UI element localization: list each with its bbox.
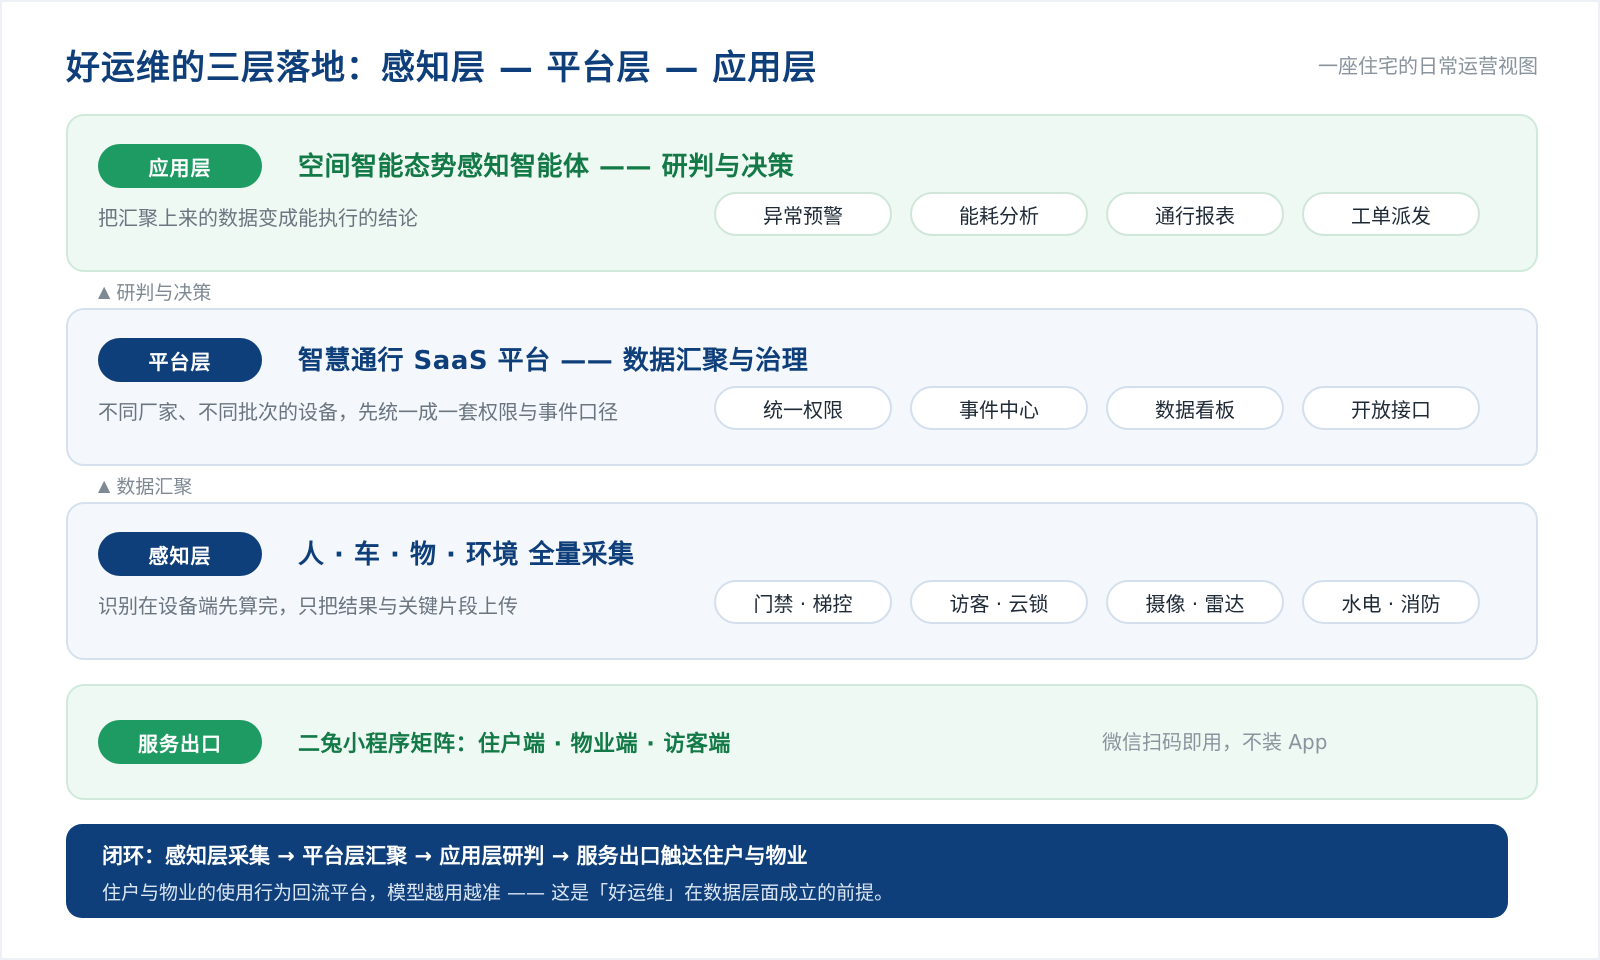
chip-event-center: 事件中心	[910, 386, 1088, 430]
closed-loop-detail: 住户与物业的使用行为回流平台，模型越用越准 —— 这是「好运维」在数据层面成立的…	[102, 882, 894, 904]
application-layer-desc: 把汇聚上来的数据变成能执行的结论	[98, 206, 418, 230]
chip-open-api: 开放接口	[1302, 386, 1480, 430]
connector-to-platform: ▲ 数据汇聚	[98, 472, 192, 499]
chip-unified-permissions: 统一权限	[714, 386, 892, 430]
up-triangle-icon: ▲	[98, 476, 111, 495]
page-title: 好运维的三层落地：感知层 — 平台层 — 应用层	[66, 47, 818, 88]
platform-layer-panel: 平台层 智慧通行 SaaS 平台 —— 数据汇聚与治理 不同厂家、不同批次的设备…	[66, 308, 1538, 466]
header: 好运维的三层落地：感知层 — 平台层 — 应用层 一座住宅的日常运营视图	[66, 40, 1538, 88]
closed-loop-footer: 闭环：感知层采集 → 平台层汇聚 → 应用层研判 → 服务出口触达住户与物业 住…	[66, 824, 1508, 918]
service-outlet-badge: 服务出口	[98, 720, 262, 764]
application-layer-badge: 应用层	[98, 144, 262, 188]
chip-data-dashboard: 数据看板	[1106, 386, 1284, 430]
perception-chips: 门禁 · 梯控 访客 · 云锁 摄像 · 雷达 水电 · 消防	[714, 580, 1480, 624]
service-outlet-note: 微信扫码即用，不装 App	[1102, 730, 1328, 754]
service-outlet-title: 二兔小程序矩阵：住户端 · 物业端 · 访客端	[298, 732, 731, 757]
page: 好运维的三层落地：感知层 — 平台层 — 应用层 一座住宅的日常运营视图 应用层…	[2, 2, 1598, 958]
connector-label: 研判与决策	[116, 282, 212, 304]
perception-layer-panel: 感知层 人 · 车 · 物 · 环境 全量采集 识别在设备端先算完，只把结果与关…	[66, 502, 1538, 660]
perception-layer-desc: 识别在设备端先算完，只把结果与关键片段上传	[98, 594, 518, 618]
up-triangle-icon: ▲	[98, 282, 111, 301]
chip-work-order: 工单派发	[1302, 192, 1480, 236]
platform-layer-title: 智慧通行 SaaS 平台 —— 数据汇聚与治理	[298, 346, 809, 376]
connector-label: 数据汇聚	[116, 476, 193, 498]
application-chips: 异常预警 能耗分析 通行报表 工单派发	[714, 192, 1480, 236]
application-layer-title: 空间智能态势感知智能体 —— 研判与决策	[298, 152, 795, 182]
chip-access-report: 通行报表	[1106, 192, 1284, 236]
perception-layer-title: 人 · 车 · 物 · 环境 全量采集	[298, 540, 635, 570]
chip-anomaly-alert: 异常预警	[714, 192, 892, 236]
chip-access-elevator: 门禁 · 梯控	[714, 580, 892, 624]
closed-loop-summary: 闭环：感知层采集 → 平台层汇聚 → 应用层研判 → 服务出口触达住户与物业	[102, 844, 808, 868]
chip-camera-radar: 摄像 · 雷达	[1106, 580, 1284, 624]
chip-visitor-lock: 访客 · 云锁	[910, 580, 1088, 624]
page-subtitle: 一座住宅的日常运营视图	[1318, 53, 1538, 78]
platform-layer-badge: 平台层	[98, 338, 262, 382]
platform-layer-desc: 不同厂家、不同批次的设备，先统一成一套权限与事件口径	[98, 400, 618, 424]
service-outlet-panel: 服务出口 二兔小程序矩阵：住户端 · 物业端 · 访客端 微信扫码即用，不装 A…	[66, 684, 1538, 800]
application-layer-panel: 应用层 空间智能态势感知智能体 —— 研判与决策 把汇聚上来的数据变成能执行的结…	[66, 114, 1538, 272]
connector-to-application: ▲ 研判与决策	[98, 278, 211, 305]
chip-energy-analysis: 能耗分析	[910, 192, 1088, 236]
chip-utilities-fire: 水电 · 消防	[1302, 580, 1480, 624]
perception-layer-badge: 感知层	[98, 532, 262, 576]
platform-chips: 统一权限 事件中心 数据看板 开放接口	[714, 386, 1480, 430]
